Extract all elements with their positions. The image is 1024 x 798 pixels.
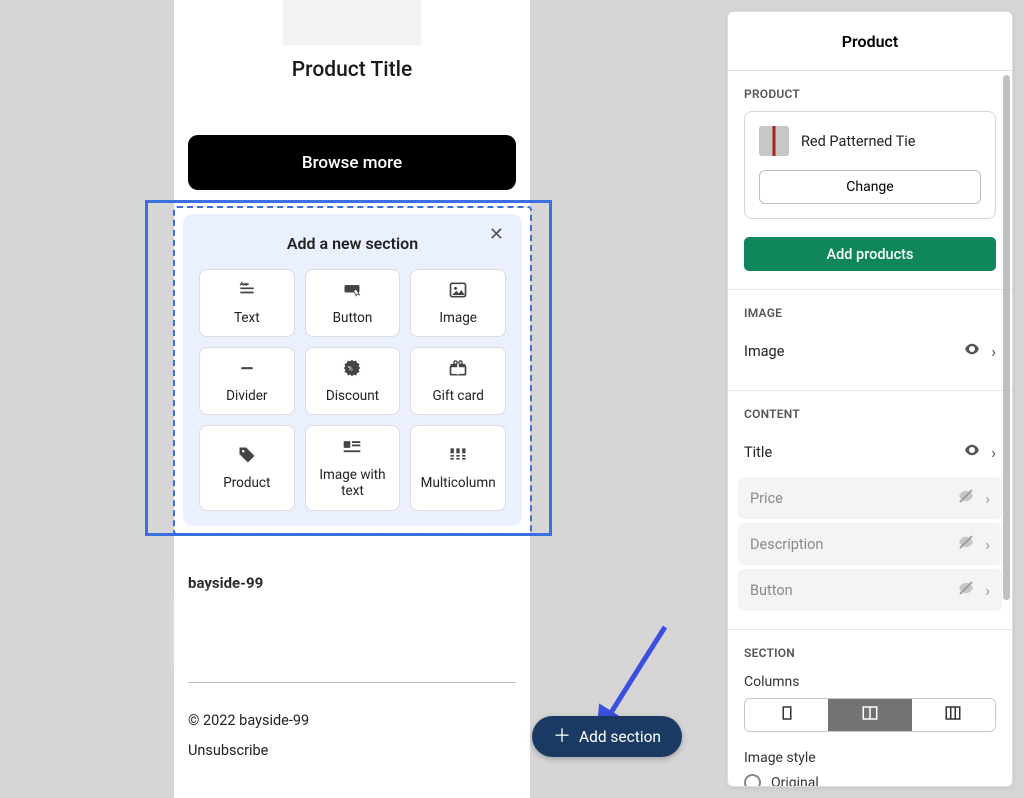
sidebar-scroll[interactable]: PRODUCT Red Patterned Tie Change Add pro… xyxy=(728,71,1012,786)
section-type-label: Multicolumn xyxy=(417,475,500,491)
three-column-icon xyxy=(944,704,962,726)
setting-row-title[interactable]: Title › xyxy=(728,431,1012,473)
close-icon[interactable]: ✕ xyxy=(489,226,504,244)
group-label-section: SECTION xyxy=(728,630,1012,670)
scrollbar-thumb[interactable] xyxy=(1003,75,1010,600)
product-image-placeholder xyxy=(283,0,421,45)
image-style-label: Image style xyxy=(728,732,1012,774)
section-type-image-with-text[interactable]: Image with text xyxy=(305,425,401,511)
columns-option-2[interactable] xyxy=(828,699,911,731)
one-column-icon xyxy=(778,704,796,726)
add-section-title: Add a new section xyxy=(199,234,506,253)
copyright-text: © 2022 bayside-99 xyxy=(188,712,309,729)
image-text-icon xyxy=(342,437,362,461)
section-type-label: Discount xyxy=(322,388,383,404)
change-product-button[interactable]: Change xyxy=(759,170,981,204)
tag-icon xyxy=(237,445,257,469)
settings-sidebar: Product PRODUCT Red Patterned Tie Change… xyxy=(727,11,1013,787)
section-type-grid: Aa Text Button Image Divider % xyxy=(199,269,506,511)
section-type-multicolumn[interactable]: Multicolumn xyxy=(410,425,506,511)
footer-divider xyxy=(188,682,516,683)
add-products-button[interactable]: Add products xyxy=(744,237,996,271)
svg-text:%: % xyxy=(348,364,353,372)
setting-row-price[interactable]: Price › xyxy=(738,477,1002,519)
columns-option-1[interactable] xyxy=(745,699,828,731)
section-type-discount[interactable]: % Discount xyxy=(305,347,401,415)
section-type-divider[interactable]: Divider xyxy=(199,347,295,415)
section-type-product[interactable]: Product xyxy=(199,425,295,511)
image-icon xyxy=(448,280,468,304)
multicolumn-icon xyxy=(448,445,468,469)
add-section-label: Add section xyxy=(579,728,661,746)
browse-more-label: Browse more xyxy=(302,153,402,173)
setting-row-label: Title xyxy=(744,444,772,461)
section-type-label: Divider xyxy=(222,388,271,404)
columns-label: Columns xyxy=(728,670,1012,698)
redacted-block xyxy=(180,594,320,668)
add-section-button[interactable]: ＋ Add section xyxy=(532,716,682,757)
eye-icon[interactable] xyxy=(963,340,981,362)
setting-row-button[interactable]: Button › xyxy=(738,569,1002,611)
product-title: Product Title xyxy=(174,58,530,82)
section-type-label: Text xyxy=(230,310,264,326)
section-type-label: Gift card xyxy=(428,388,487,404)
section-type-button[interactable]: Button xyxy=(305,269,401,337)
svg-text:a: a xyxy=(244,282,247,288)
setting-row-description[interactable]: Description › xyxy=(738,523,1002,565)
group-label-image: IMAGE xyxy=(728,290,1012,330)
section-type-gift-card[interactable]: Gift card xyxy=(410,347,506,415)
two-column-icon xyxy=(861,704,879,726)
image-style-option-original[interactable]: Original xyxy=(728,774,1012,786)
eye-off-icon[interactable] xyxy=(957,487,975,509)
divider-icon xyxy=(237,358,257,382)
unsubscribe-link[interactable]: Unsubscribe xyxy=(188,742,268,759)
chevron-right-icon: › xyxy=(985,535,990,554)
eye-off-icon[interactable] xyxy=(957,533,975,555)
setting-row-label: Price xyxy=(750,490,783,507)
section-type-label: Product xyxy=(219,475,274,491)
image-style-option-label: Original xyxy=(771,775,819,787)
selected-product-name: Red Patterned Tie xyxy=(801,133,916,150)
chevron-right-icon: › xyxy=(985,489,990,508)
group-label-product: PRODUCT xyxy=(728,71,1012,111)
section-type-text[interactable]: Aa Text xyxy=(199,269,295,337)
section-type-label: Image xyxy=(435,310,481,326)
browse-more-button[interactable]: Browse more xyxy=(188,135,516,190)
radio-icon xyxy=(744,774,761,786)
group-label-content: CONTENT xyxy=(728,391,1012,431)
add-section-panel: ✕ Add a new section Aa Text Button Image xyxy=(183,214,522,526)
setting-row-label: Image xyxy=(744,343,784,360)
columns-option-3[interactable] xyxy=(912,699,995,731)
selected-product-box: Red Patterned Tie Change xyxy=(744,111,996,219)
chevron-right-icon: › xyxy=(991,443,996,462)
section-type-image[interactable]: Image xyxy=(410,269,506,337)
section-type-label: Button xyxy=(329,310,377,326)
chevron-right-icon: › xyxy=(985,581,990,600)
text-icon: Aa xyxy=(237,280,257,304)
setting-row-label: Description xyxy=(750,536,823,553)
section-type-label: Image with text xyxy=(306,467,400,499)
columns-segmented-control xyxy=(744,698,996,732)
chevron-right-icon: › xyxy=(991,342,996,361)
plus-icon: ＋ xyxy=(553,728,571,746)
product-thumbnail xyxy=(759,126,789,156)
button-icon xyxy=(342,280,362,304)
sidebar-title: Product xyxy=(728,12,1012,71)
setting-row-label: Button xyxy=(750,582,793,599)
gift-icon xyxy=(448,358,468,382)
store-name: bayside-99 xyxy=(188,574,263,592)
setting-row-image[interactable]: Image › xyxy=(728,330,1012,372)
eye-off-icon[interactable] xyxy=(957,579,975,601)
eye-icon[interactable] xyxy=(963,441,981,463)
discount-icon: % xyxy=(342,358,362,382)
